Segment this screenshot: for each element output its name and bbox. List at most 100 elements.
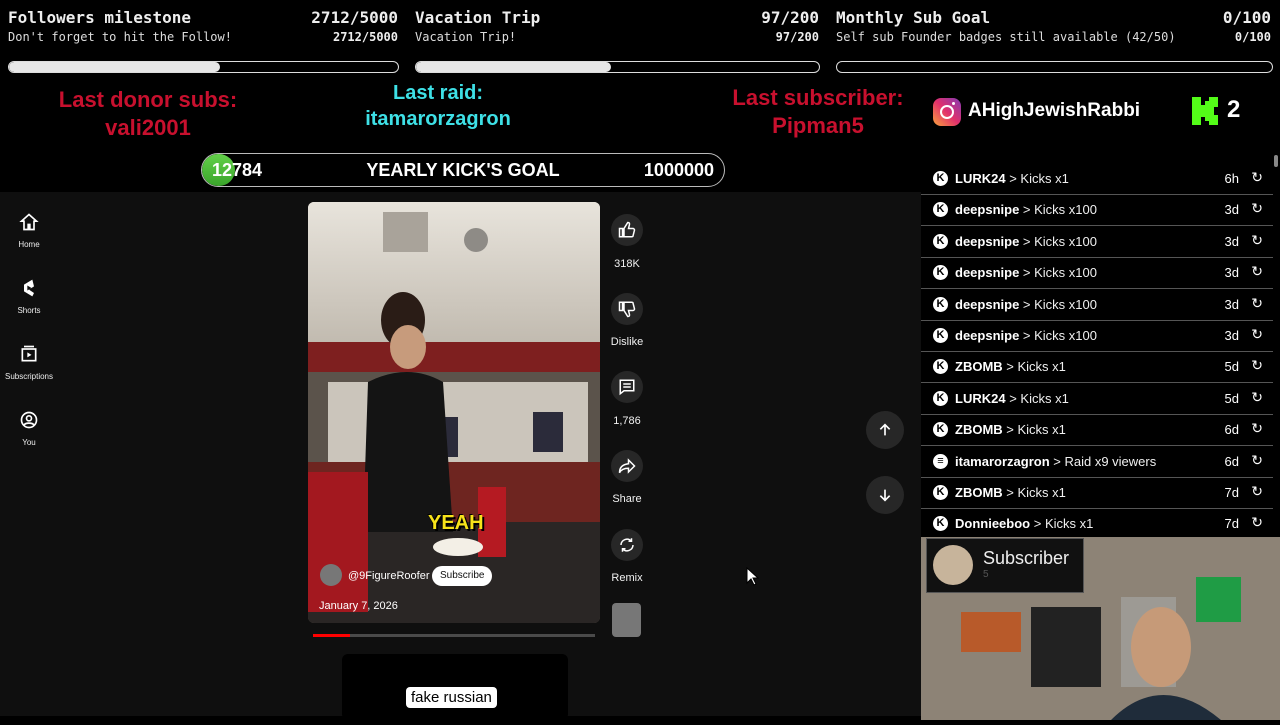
replay-icon[interactable]: ↻ <box>1251 452 1263 469</box>
goal-title: Followers milestone <box>8 8 192 27</box>
subscribe-button[interactable]: Subscribe <box>432 566 493 586</box>
subscriber-count: 5 <box>983 569 989 580</box>
subscriptions-icon <box>21 345 37 362</box>
event-row[interactable]: K ZBOMB > Kicks x1 7d ↻ <box>921 478 1273 509</box>
instagram-handle: AHighJewishRabbi <box>968 100 1141 121</box>
event-row[interactable]: ≡ itamarorzagron > Raid x9 viewers 6d ↻ <box>921 446 1273 478</box>
nav-shorts[interactable]: Shorts <box>0 278 58 315</box>
dislike-label: Dislike <box>610 336 644 348</box>
event-user: itamarorzagron > Raid x9 viewers <box>955 453 1157 469</box>
arrow-down-icon <box>879 489 891 502</box>
dislike-button[interactable] <box>611 293 643 325</box>
event-user: Donnieeboo > Kicks x1 <box>955 516 1094 532</box>
goal-title: Vacation Trip <box>415 8 541 27</box>
replay-icon[interactable]: ↻ <box>1251 263 1263 280</box>
event-time: 6d <box>1224 422 1239 438</box>
nav-shorts-label: Shorts <box>17 306 41 315</box>
kick-icon: K <box>933 265 948 281</box>
next-short-button[interactable] <box>866 476 904 514</box>
comments-button[interactable] <box>611 371 643 403</box>
share-button[interactable] <box>611 450 643 482</box>
event-user: deepsnipe > Kicks x100 <box>955 328 1097 343</box>
replay-icon[interactable]: ↻ <box>1251 514 1263 531</box>
short-progress-track[interactable] <box>313 634 595 637</box>
kick-goal-target: 1000000 <box>643 160 714 180</box>
event-row[interactable]: Kdeepsnipe > Kicks x100 3d ↻ <box>921 289 1273 321</box>
event-row[interactable]: Kdeepsnipe > Kicks x100 3d ↻ <box>921 195 1273 227</box>
goal-subtitle: Don't forget to hit the Follow! <box>8 30 232 44</box>
short-video-player[interactable]: YEAH @9FigureRoofer Subscribe January 7,… <box>308 202 600 623</box>
kick-icon: K <box>933 516 948 532</box>
event-row[interactable]: K LURK24 > Kicks x1 5d ↻ <box>921 383 1273 415</box>
shorts-icon <box>24 279 34 297</box>
nav-home[interactable]: Home <box>0 212 58 249</box>
replay-icon[interactable]: ↻ <box>1251 232 1263 249</box>
event-text: > Kicks x100 <box>1022 265 1097 281</box>
kick-icon: K <box>933 296 948 312</box>
kick-icon: K <box>933 485 948 500</box>
event-time: 5d <box>1224 390 1239 406</box>
event-list-scrollbar[interactable] <box>1274 155 1278 167</box>
event-text: > Kicks x1 <box>1006 359 1066 375</box>
event-row[interactable]: K ZBOMB > Kicks x1 5d ↻ <box>921 352 1273 384</box>
account-icon <box>20 411 38 429</box>
instagram-icon <box>933 98 961 126</box>
nav-you-label: You <box>22 438 36 447</box>
replay-icon[interactable]: ↻ <box>1251 357 1263 374</box>
kick-logo-icon <box>1190 95 1222 127</box>
event-text: > Kicks x100 <box>1022 328 1097 343</box>
progress-fill <box>416 62 612 72</box>
goal-title: Monthly Sub Goal <box>836 8 991 27</box>
short-date: January 7, 2026 <box>319 600 398 612</box>
nav-you[interactable]: You <box>0 410 58 447</box>
event-user: deepsnipe > Kicks x100 <box>955 202 1097 218</box>
replay-icon[interactable]: ↻ <box>1251 169 1263 186</box>
event-time: 3d <box>1224 233 1239 249</box>
remix-button[interactable] <box>611 529 643 561</box>
replay-icon[interactable]: ↻ <box>1251 420 1263 437</box>
share-icon <box>618 458 636 474</box>
event-time: 6d <box>1224 453 1239 469</box>
event-text: > Raid x9 viewers <box>1053 453 1157 469</box>
event-time: 7d <box>1224 485 1239 500</box>
nav-subscriptions[interactable]: Subscriptions <box>0 344 58 381</box>
progress-fill <box>9 62 220 72</box>
event-row[interactable]: Kdeepsnipe > Kicks x100 3d ↻ <box>921 258 1273 290</box>
event-text: > Kicks x1 <box>1009 171 1069 186</box>
event-row[interactable]: Kdeepsnipe > Kicks x100 3d ↻ <box>921 321 1273 352</box>
event-time: 3d <box>1224 296 1239 312</box>
replay-icon[interactable]: ↻ <box>1251 389 1263 406</box>
like-button[interactable] <box>611 214 643 246</box>
channel-name[interactable]: @9FigureRoofer <box>348 570 429 582</box>
previous-short-button[interactable] <box>866 411 904 449</box>
last-donor-name: vali2001 <box>105 115 191 140</box>
replay-icon[interactable]: ↻ <box>1251 483 1263 500</box>
last-donor-label: Last donor subs: <box>58 87 238 112</box>
kick-icon: K <box>933 233 948 249</box>
video-frame <box>308 202 600 623</box>
short-caption: YEAH <box>428 512 484 534</box>
replay-icon[interactable]: ↻ <box>1251 326 1263 343</box>
event-user: ZBOMB > Kicks x1 <box>955 422 1066 438</box>
arrow-up-icon <box>879 423 891 436</box>
event-row[interactable]: K ZBOMB > Kicks x1 6d ↻ <box>921 415 1273 447</box>
kick-icon: K <box>933 359 948 375</box>
replay-icon[interactable]: ↻ <box>1251 295 1263 312</box>
event-row[interactable]: Kdeepsnipe > Kicks x100 3d ↻ <box>921 226 1273 258</box>
goal-count: 2712/5000 <box>311 8 398 27</box>
sound-thumbnail[interactable] <box>612 603 641 637</box>
event-text: > Kicks x1 <box>1006 422 1066 438</box>
last-subscriber-name: Pipman5 <box>772 113 864 138</box>
event-text: > Kicks x1 <box>1033 516 1094 532</box>
event-text: > Kicks x1 <box>1009 390 1069 406</box>
event-text: > Kicks x1 <box>1006 485 1066 500</box>
event-row[interactable]: K LURK24 > Kicks x1 6h ↻ <box>921 164 1273 195</box>
followers-progress-bar <box>8 61 399 73</box>
event-row[interactable]: K Donnieeboo > Kicks x1 7d ↻ <box>921 509 1273 541</box>
kick-icon: K <box>933 390 948 406</box>
replay-icon[interactable]: ↻ <box>1251 200 1263 217</box>
yearly-kick-goal: 12784 YEARLY KICK'S GOAL 1000000 <box>201 153 725 187</box>
kick-icon: K <box>933 328 948 343</box>
event-time: 7d <box>1224 516 1239 532</box>
channel-avatar[interactable] <box>320 564 342 586</box>
